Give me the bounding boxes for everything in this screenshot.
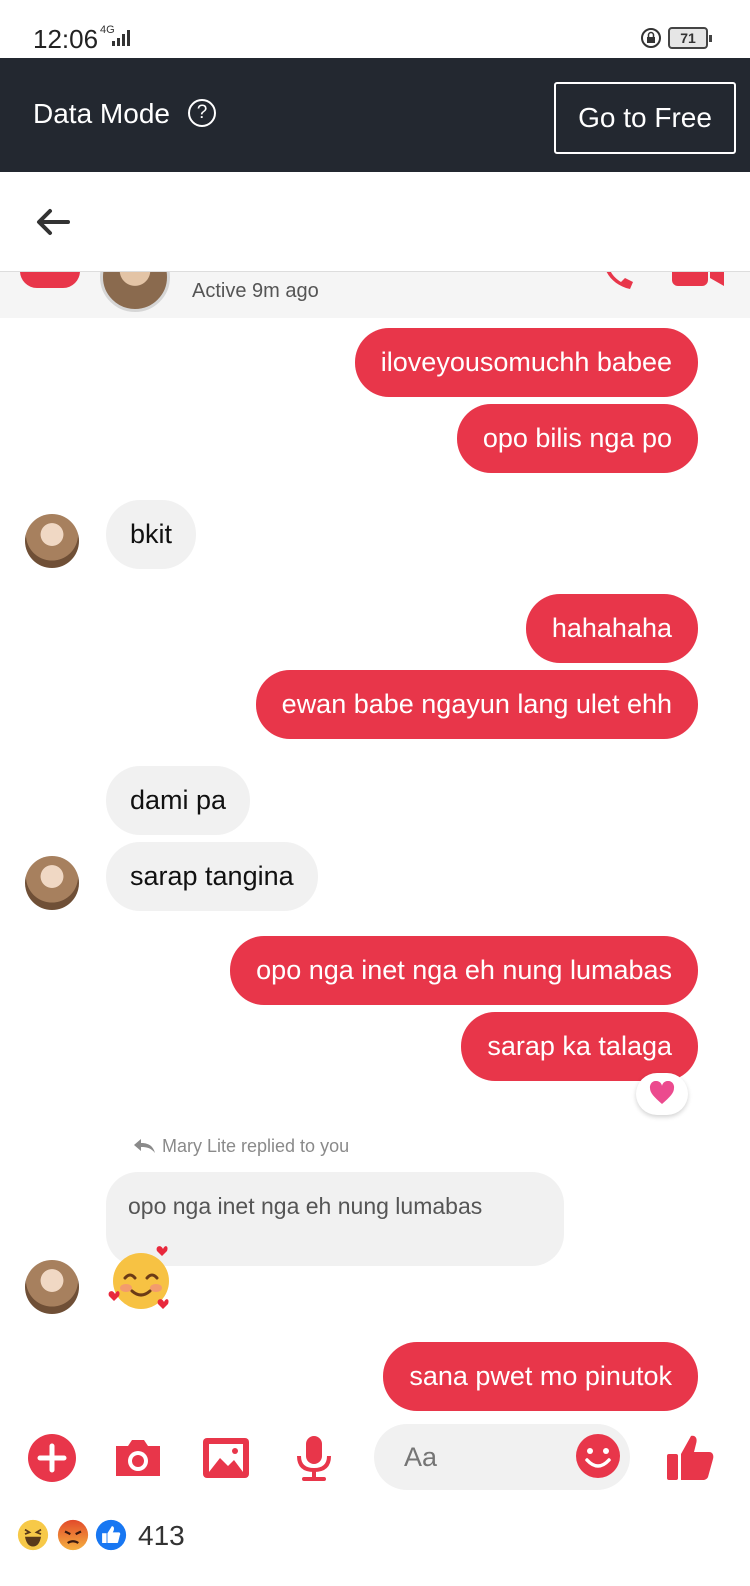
signal-icon [112,30,130,46]
camera-icon[interactable] [112,1432,164,1484]
gallery-icon[interactable] [200,1432,252,1484]
back-arrow-icon[interactable] [34,207,70,237]
outgoing-message[interactable]: sarap ka talaga [461,1012,698,1081]
incoming-message[interactable]: sarap tangina [106,842,318,911]
reply-arrow-icon [134,1139,155,1153]
status-time: 12:06 [33,24,99,54]
outgoing-message[interactable]: opo nga inet nga eh nung lumabas [230,936,698,1005]
outgoing-message[interactable]: opo bilis nga po [456,404,698,473]
outgoing-message[interactable]: sana pwet mo pinutok [383,1342,698,1411]
sender-avatar[interactable] [25,514,79,568]
incoming-message[interactable]: dami pa [106,766,251,835]
help-icon[interactable]: ? [188,99,216,127]
replied-indicator: Mary Lite replied to you [132,1136,349,1157]
haha-reaction-icon [15,1517,51,1553]
like-reaction-icon [93,1517,129,1553]
smiling-face-with-hearts-emoji[interactable] [106,1244,176,1314]
replied-label: Mary Lite replied to you [162,1136,350,1156]
sender-avatar[interactable] [25,856,79,910]
sender-avatar[interactable] [25,1260,79,1314]
go-to-free-button[interactable]: Go to Free [554,82,736,154]
header-back-badge[interactable] [20,272,80,288]
rotation-lock-icon [641,28,661,48]
outgoing-message[interactable]: hahahaha [525,594,698,663]
post-reactions[interactable]: 413 [15,1512,315,1558]
contact-avatar[interactable] [100,272,170,312]
heart-reaction[interactable] [636,1073,688,1115]
nav-bar [0,172,750,272]
incoming-message[interactable]: bkit [106,500,197,569]
chat-header: Active 9m ago [0,272,750,318]
data-mode-label: Data Mode [33,98,170,129]
active-status: Active 9m ago [192,280,319,302]
battery-indicator: 71 [668,27,712,49]
status-bar: 12:06 4G 71 [0,0,750,58]
angry-reaction-icon [55,1517,91,1553]
heart-icon [649,1080,675,1104]
microphone-icon[interactable] [288,1432,340,1484]
outgoing-message[interactable]: iloveyousomuchh babee [354,328,698,397]
emoji-icon[interactable] [574,1432,622,1480]
phone-icon[interactable] [600,272,636,292]
thumbs-up-icon[interactable] [664,1432,716,1484]
video-call-icon[interactable] [670,272,726,290]
reaction-count: 413 [138,1520,185,1551]
outgoing-message[interactable]: ewan babe ngayun lang ulet ehh [255,670,698,739]
add-icon[interactable] [26,1432,78,1484]
